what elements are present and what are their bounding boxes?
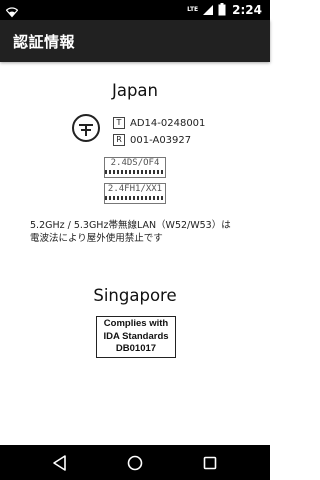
frequency-band-graphic (105, 170, 165, 174)
cert-number: AD14-0248001 (130, 117, 206, 129)
status-bar: LTE 2:24 (0, 0, 270, 20)
wlan-notice: 5.2GHz / 5.3GHz帯無線LAN（W52/W53）は 電波法により屋外… (30, 219, 255, 245)
screen: LTE 2:24 認証情報 Japan T AD14-0248001 R 001… (0, 0, 270, 480)
signal-icon (202, 1, 214, 20)
cert-row-terminal: T AD14-0248001 (113, 116, 205, 130)
telec-giteki-mark-icon (71, 113, 101, 143)
status-right-group: LTE 2:24 (187, 2, 262, 18)
ida-compliance-label: Complies with IDA Standards DB01017 (96, 316, 176, 358)
network-type: LTE (187, 6, 199, 13)
frequency-label: 2.4DS/OF4 (110, 158, 160, 168)
app-toolbar: 認証情報 (0, 20, 270, 62)
back-triangle-icon[interactable] (50, 453, 70, 473)
cert-badge: T (113, 117, 125, 129)
battery-icon (218, 1, 226, 20)
ida-label-line: Complies with (103, 318, 169, 329)
navigation-bar (0, 445, 270, 480)
frequency-label-box: 2.4DS/OF4 (104, 157, 166, 178)
page-title: 認証情報 (13, 33, 76, 51)
home-circle-icon[interactable] (125, 453, 145, 473)
japan-section-title: Japan (111, 81, 159, 100)
ida-label-line: DB01017 (115, 343, 157, 354)
singapore-section-title: Singapore (93, 286, 177, 305)
cert-row-radio: R 001-A03927 (113, 133, 191, 147)
wlan-notice-line: 電波法により屋外使用禁止です (30, 233, 163, 244)
cert-badge: R (113, 134, 125, 146)
status-time: 2:24 (232, 3, 262, 17)
ida-label-line: IDA Standards (103, 330, 169, 342)
wlan-notice-line: 5.2GHz / 5.3GHz帯無線LAN（W52/W53）は (30, 220, 231, 231)
frequency-band-graphic (105, 196, 165, 200)
recents-square-icon[interactable] (200, 453, 220, 473)
frequency-label-box: 2.4FH1/XX1 (104, 183, 166, 204)
wifi-icon (5, 3, 19, 18)
cert-number: 001-A03927 (130, 134, 192, 146)
frequency-label: 2.4FH1/XX1 (107, 184, 163, 194)
